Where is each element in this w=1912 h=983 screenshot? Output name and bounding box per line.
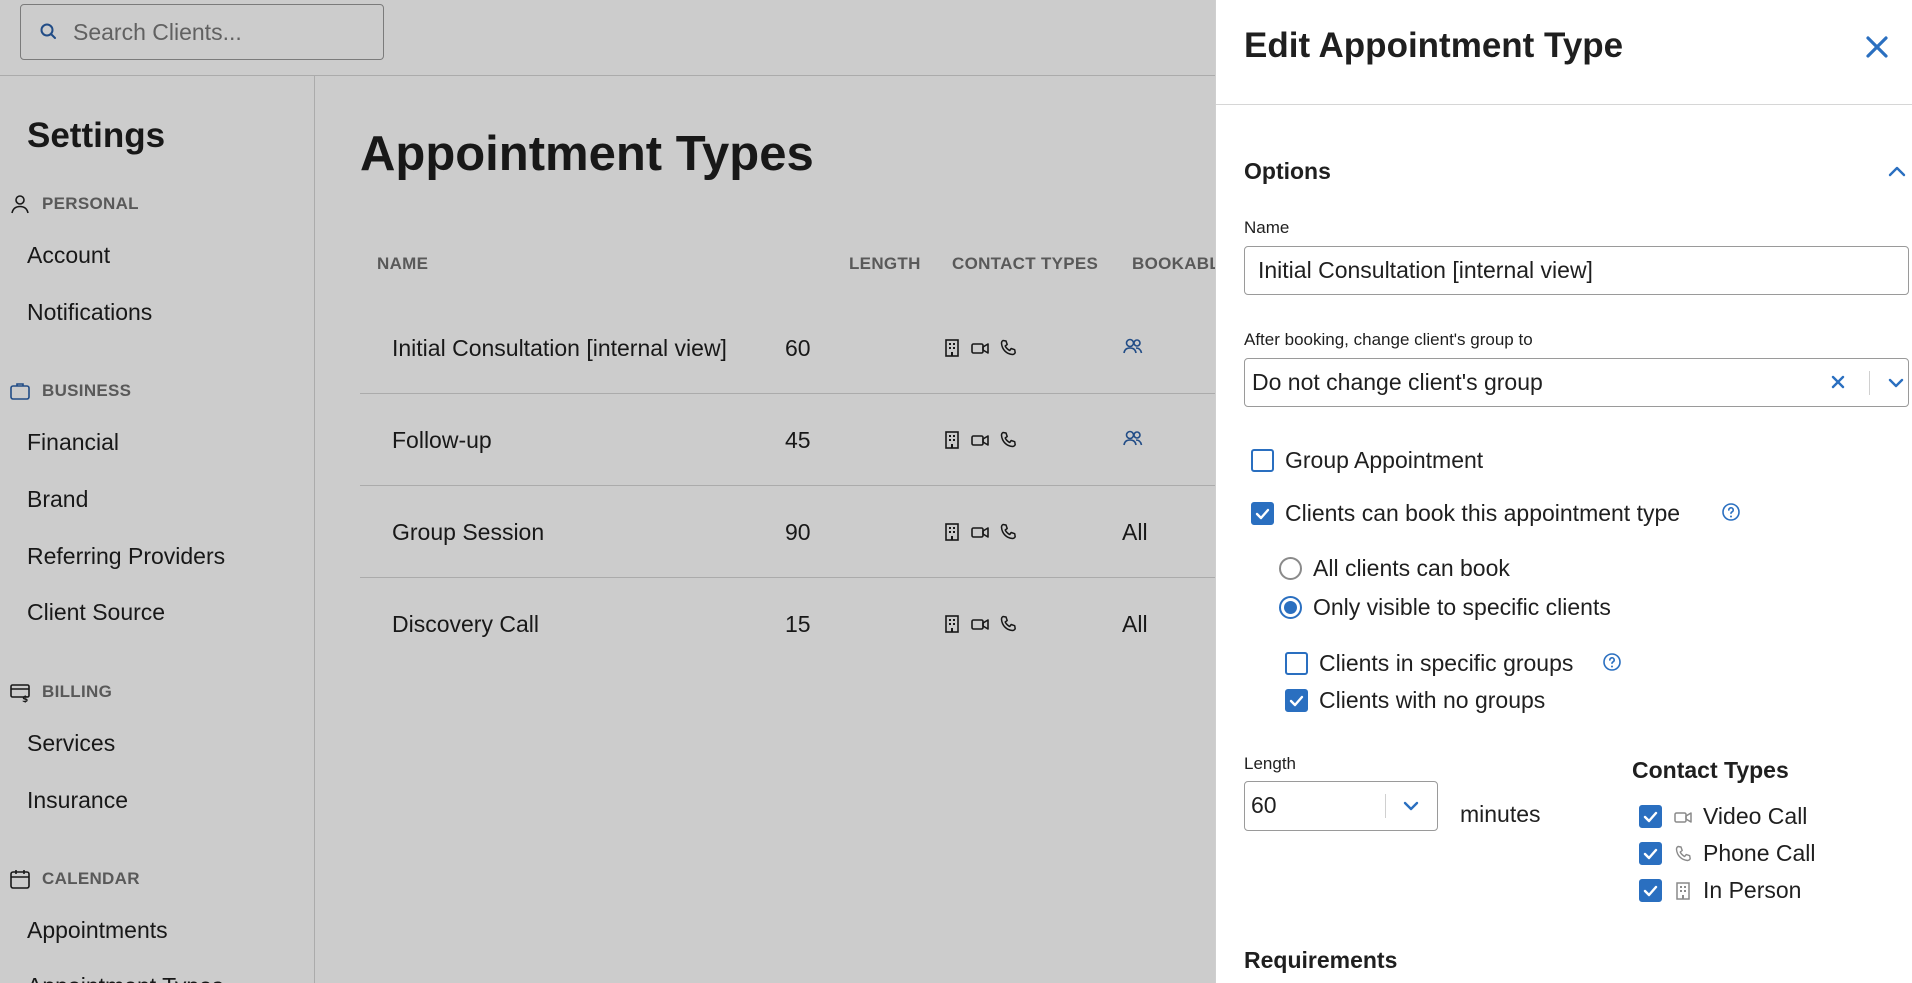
phone-icon bbox=[1675, 845, 1691, 862]
group-appointment-label: Group Appointment bbox=[1285, 447, 1484, 473]
phone-call-checkbox[interactable] bbox=[1639, 842, 1662, 865]
radio-all-clients-label: All clients can book bbox=[1313, 555, 1510, 581]
video-call-checkbox[interactable] bbox=[1639, 805, 1662, 828]
name-label: Name bbox=[1244, 218, 1290, 237]
help-icon[interactable] bbox=[1721, 502, 1741, 522]
group-select[interactable]: Do not change client's group bbox=[1244, 358, 1909, 407]
modal-overlay[interactable] bbox=[0, 0, 1215, 983]
clients-can-book-checkbox[interactable] bbox=[1251, 502, 1274, 525]
edit-appointment-type-panel: Edit Appointment Type Options Name After… bbox=[1215, 0, 1912, 983]
in-person-label: In Person bbox=[1703, 877, 1802, 903]
specific-groups-checkbox[interactable] bbox=[1285, 652, 1308, 675]
checkmark-icon bbox=[1255, 508, 1270, 520]
length-unit: minutes bbox=[1460, 801, 1541, 827]
panel-header: Edit Appointment Type bbox=[1216, 0, 1912, 105]
radio-specific-clients[interactable] bbox=[1279, 596, 1302, 619]
checkmark-icon bbox=[1289, 695, 1304, 707]
building-icon bbox=[1676, 882, 1690, 900]
video-call-label: Video Call bbox=[1703, 803, 1808, 829]
options-section-title: Options bbox=[1244, 158, 1331, 184]
checkmark-icon bbox=[1643, 885, 1658, 897]
chevron-down-icon[interactable] bbox=[1885, 372, 1907, 394]
clear-icon[interactable] bbox=[1828, 372, 1848, 392]
checkmark-icon bbox=[1643, 811, 1658, 823]
close-icon[interactable] bbox=[1860, 30, 1894, 64]
name-input[interactable] bbox=[1244, 246, 1909, 295]
help-icon[interactable] bbox=[1602, 652, 1622, 672]
chevron-up-icon[interactable] bbox=[1885, 160, 1909, 184]
select-divider bbox=[1385, 794, 1386, 818]
in-person-checkbox[interactable] bbox=[1639, 879, 1662, 902]
group-select-value: Do not change client's group bbox=[1252, 369, 1543, 395]
specific-groups-label: Clients in specific groups bbox=[1319, 650, 1574, 676]
panel-title: Edit Appointment Type bbox=[1244, 26, 1624, 65]
group-appointment-checkbox[interactable] bbox=[1251, 449, 1274, 472]
contact-types-title: Contact Types bbox=[1632, 757, 1789, 783]
select-divider bbox=[1869, 371, 1870, 395]
phone-call-label: Phone Call bbox=[1703, 840, 1816, 866]
video-icon bbox=[1674, 812, 1692, 823]
no-groups-label: Clients with no groups bbox=[1319, 687, 1546, 713]
group-label: After booking, change client's group to bbox=[1244, 330, 1533, 349]
requirements-section-title: Requirements bbox=[1244, 947, 1398, 973]
radio-all-clients[interactable] bbox=[1279, 557, 1302, 580]
length-value: 60 bbox=[1251, 792, 1277, 818]
no-groups-checkbox[interactable] bbox=[1285, 689, 1308, 712]
length-label: Length bbox=[1244, 754, 1296, 773]
radio-specific-clients-label: Only visible to specific clients bbox=[1313, 594, 1611, 620]
checkmark-icon bbox=[1643, 848, 1658, 860]
length-select[interactable]: 60 bbox=[1244, 781, 1438, 831]
chevron-down-icon[interactable] bbox=[1400, 795, 1422, 817]
clients-can-book-label: Clients can book this appointment type bbox=[1285, 500, 1681, 526]
